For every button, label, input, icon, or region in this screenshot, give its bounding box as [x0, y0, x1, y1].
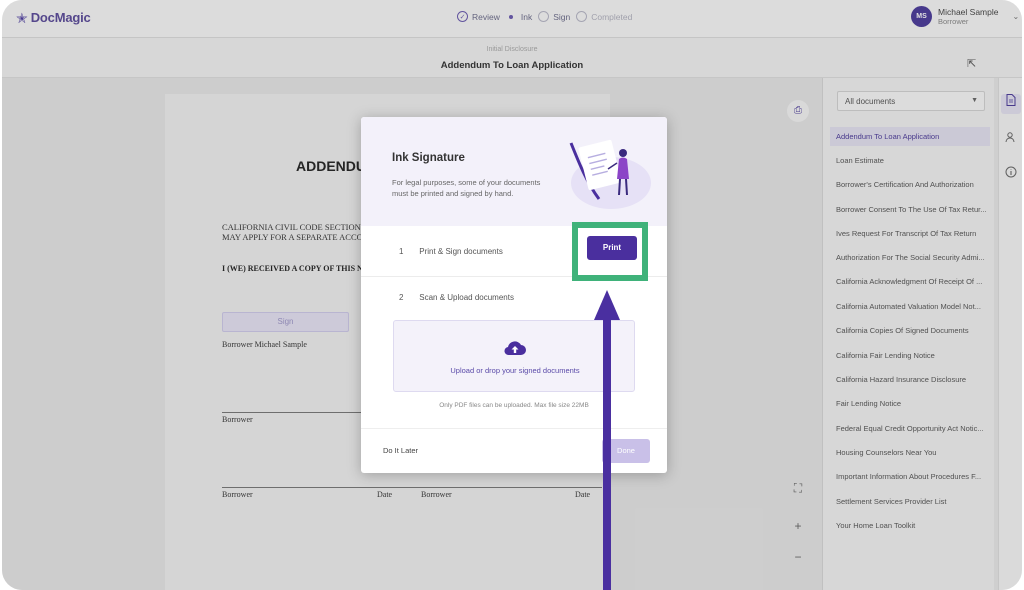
app-window: ✭ DocMagic ✓ Review Ink Sign Completed M…	[2, 0, 1022, 590]
signing-illustration-icon	[569, 139, 651, 209]
print-step-label: Print & Sign documents	[419, 247, 503, 256]
dialog-description: For legal purposes, some of your documen…	[392, 178, 541, 198]
pointer-arrow-icon	[594, 290, 620, 590]
dialog-header: Ink Signature For legal purposes, some o…	[361, 117, 667, 226]
highlight-box	[572, 222, 648, 281]
step-number: 2	[399, 293, 404, 302]
step-number: 1	[399, 247, 404, 256]
upload-step-label: Scan & Upload documents	[419, 293, 514, 302]
upload-step-row: 2 Scan & Upload documents	[399, 293, 514, 302]
dialog-title: Ink Signature	[392, 152, 465, 164]
cloud-upload-icon	[504, 341, 526, 356]
do-it-later-button[interactable]: Do It Later	[383, 446, 418, 455]
print-step-row: 1 Print & Sign documents	[399, 247, 503, 256]
